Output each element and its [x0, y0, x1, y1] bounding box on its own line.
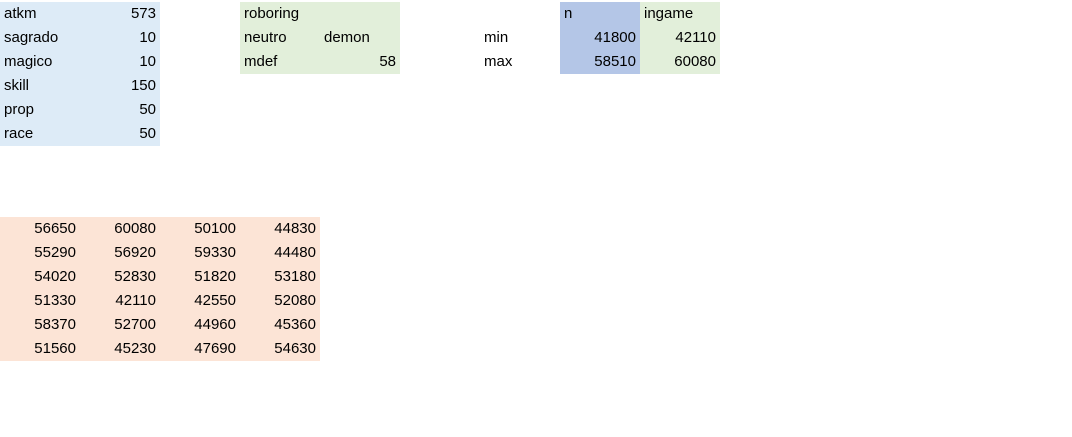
- monster-element-cell[interactable]: neutro: [240, 26, 320, 50]
- sample-cell[interactable]: 51330: [0, 289, 80, 313]
- sample-cell[interactable]: 52830: [80, 265, 160, 289]
- max-label-cell[interactable]: max: [480, 50, 560, 74]
- sample-cell[interactable]: 44830: [240, 217, 320, 241]
- sample-cell[interactable]: 51820: [160, 265, 240, 289]
- sample-cell[interactable]: 45230: [80, 337, 160, 361]
- min-ingame-cell[interactable]: 42110: [640, 26, 720, 50]
- sample-cell[interactable]: 51560: [0, 337, 80, 361]
- min-n-cell[interactable]: 41800: [560, 26, 640, 50]
- sample-cell[interactable]: 44480: [240, 241, 320, 265]
- stat-value-cell[interactable]: 10: [80, 50, 160, 74]
- ingame-header-cell[interactable]: ingame: [640, 2, 720, 26]
- mdef-label-cell[interactable]: mdef: [240, 50, 320, 74]
- sample-cell[interactable]: 60080: [80, 217, 160, 241]
- sample-cell[interactable]: 52700: [80, 313, 160, 337]
- n-header-cell[interactable]: n: [560, 2, 640, 26]
- stat-label-cell[interactable]: skill: [0, 74, 80, 98]
- stat-label-cell[interactable]: magico: [0, 50, 80, 74]
- stat-value-cell[interactable]: 150: [80, 74, 160, 98]
- mdef-value-cell[interactable]: 58: [320, 50, 400, 74]
- sample-cell[interactable]: 54020: [0, 265, 80, 289]
- stat-label-cell[interactable]: prop: [0, 98, 80, 122]
- sample-cell[interactable]: 42110: [80, 289, 160, 313]
- sample-cell[interactable]: 55290: [0, 241, 80, 265]
- sample-cell[interactable]: 50100: [160, 217, 240, 241]
- sample-cell[interactable]: 42550: [160, 289, 240, 313]
- sample-cell[interactable]: 54630: [240, 337, 320, 361]
- stat-value-cell[interactable]: 573: [80, 2, 160, 26]
- stat-value-cell[interactable]: 50: [80, 122, 160, 146]
- max-ingame-cell[interactable]: 60080: [640, 50, 720, 74]
- spreadsheet-grid[interactable]: atkm 573 sagrado 10 magico 10 skill 150 …: [0, 0, 1072, 437]
- empty-cell[interactable]: [320, 2, 400, 26]
- stat-label-cell[interactable]: atkm: [0, 2, 80, 26]
- sample-cell[interactable]: 59330: [160, 241, 240, 265]
- monster-race-cell[interactable]: demon: [320, 26, 400, 50]
- stat-value-cell[interactable]: 50: [80, 98, 160, 122]
- max-n-cell[interactable]: 58510: [560, 50, 640, 74]
- sample-cell[interactable]: 53180: [240, 265, 320, 289]
- sample-cell[interactable]: 47690: [160, 337, 240, 361]
- stat-label-cell[interactable]: sagrado: [0, 26, 80, 50]
- monster-name-cell[interactable]: roboring: [240, 2, 320, 26]
- stat-label-cell[interactable]: race: [0, 122, 80, 146]
- min-label-cell[interactable]: min: [480, 26, 560, 50]
- sample-cell[interactable]: 44960: [160, 313, 240, 337]
- sample-cell[interactable]: 52080: [240, 289, 320, 313]
- sample-cell[interactable]: 56920: [80, 241, 160, 265]
- stat-value-cell[interactable]: 10: [80, 26, 160, 50]
- sample-cell[interactable]: 45360: [240, 313, 320, 337]
- sample-cell[interactable]: 56650: [0, 217, 80, 241]
- sample-cell[interactable]: 58370: [0, 313, 80, 337]
